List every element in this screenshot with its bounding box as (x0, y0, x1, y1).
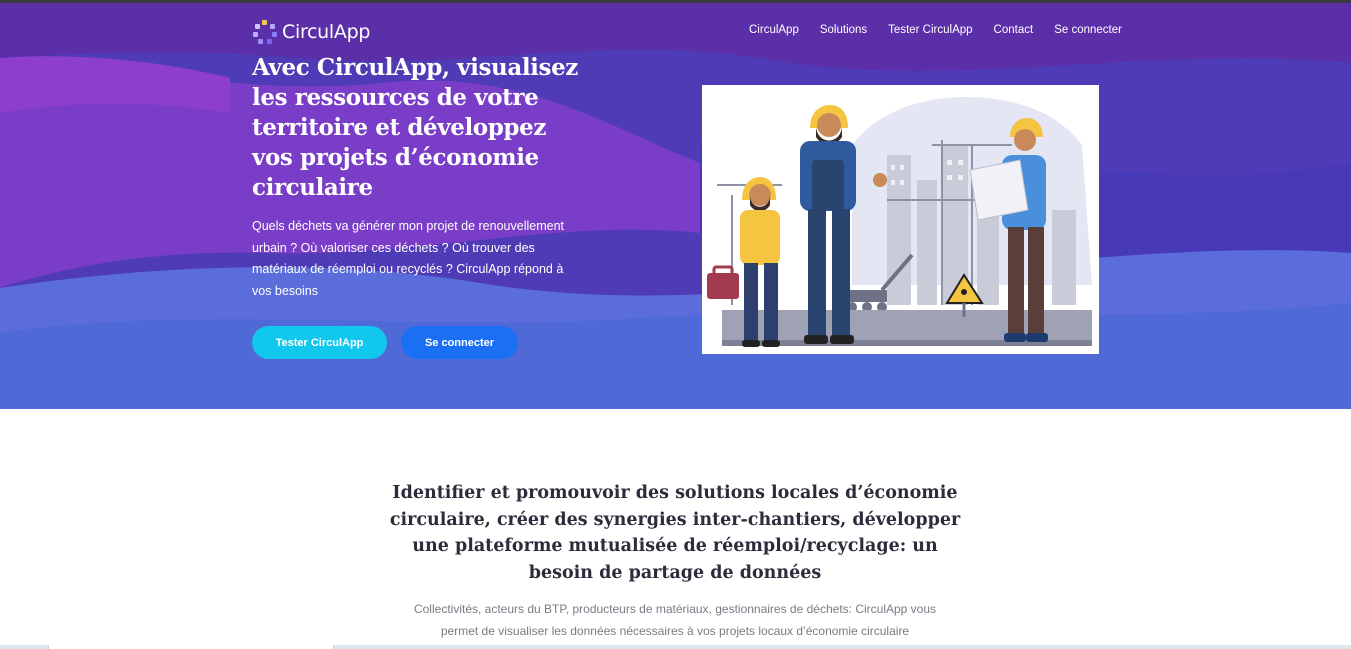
hero-wave-background (0, 3, 1351, 409)
se-connecter-button[interactable]: Se connecter (401, 326, 518, 359)
hero-section: CirculApp CirculApp Solutions Tester Cir… (0, 3, 1351, 409)
tester-circulapp-button[interactable]: Tester CirculApp (252, 326, 387, 359)
nav-item-tester-circulapp[interactable]: Tester CirculApp (888, 24, 972, 36)
nav-item-se-connecter[interactable]: Se connecter (1054, 24, 1122, 36)
hero-title: Avec CirculApp, visualisez les ressource… (252, 54, 578, 201)
section-text: Collectivités, acteurs du BTP, producteu… (413, 602, 937, 638)
main-nav: CirculApp Solutions Tester CirculApp Con… (749, 24, 1122, 36)
brand-name: CirculApp (282, 21, 371, 43)
section-title: Identifier et promouvoir des solutions l… (389, 483, 961, 583)
bottom-bar-segment (48, 645, 334, 649)
nav-item-contact[interactable]: Contact (994, 24, 1034, 36)
circulapp-logo-icon (253, 20, 277, 44)
bottom-bar (0, 645, 1351, 649)
nav-item-circulapp[interactable]: CirculApp (749, 24, 799, 36)
construction-workers-illustration (702, 85, 1099, 354)
hero-subtitle: Quels déchets va générer mon projet de r… (252, 219, 564, 298)
nav-item-solutions[interactable]: Solutions (820, 24, 867, 36)
brand-logo[interactable]: CirculApp (252, 19, 370, 45)
